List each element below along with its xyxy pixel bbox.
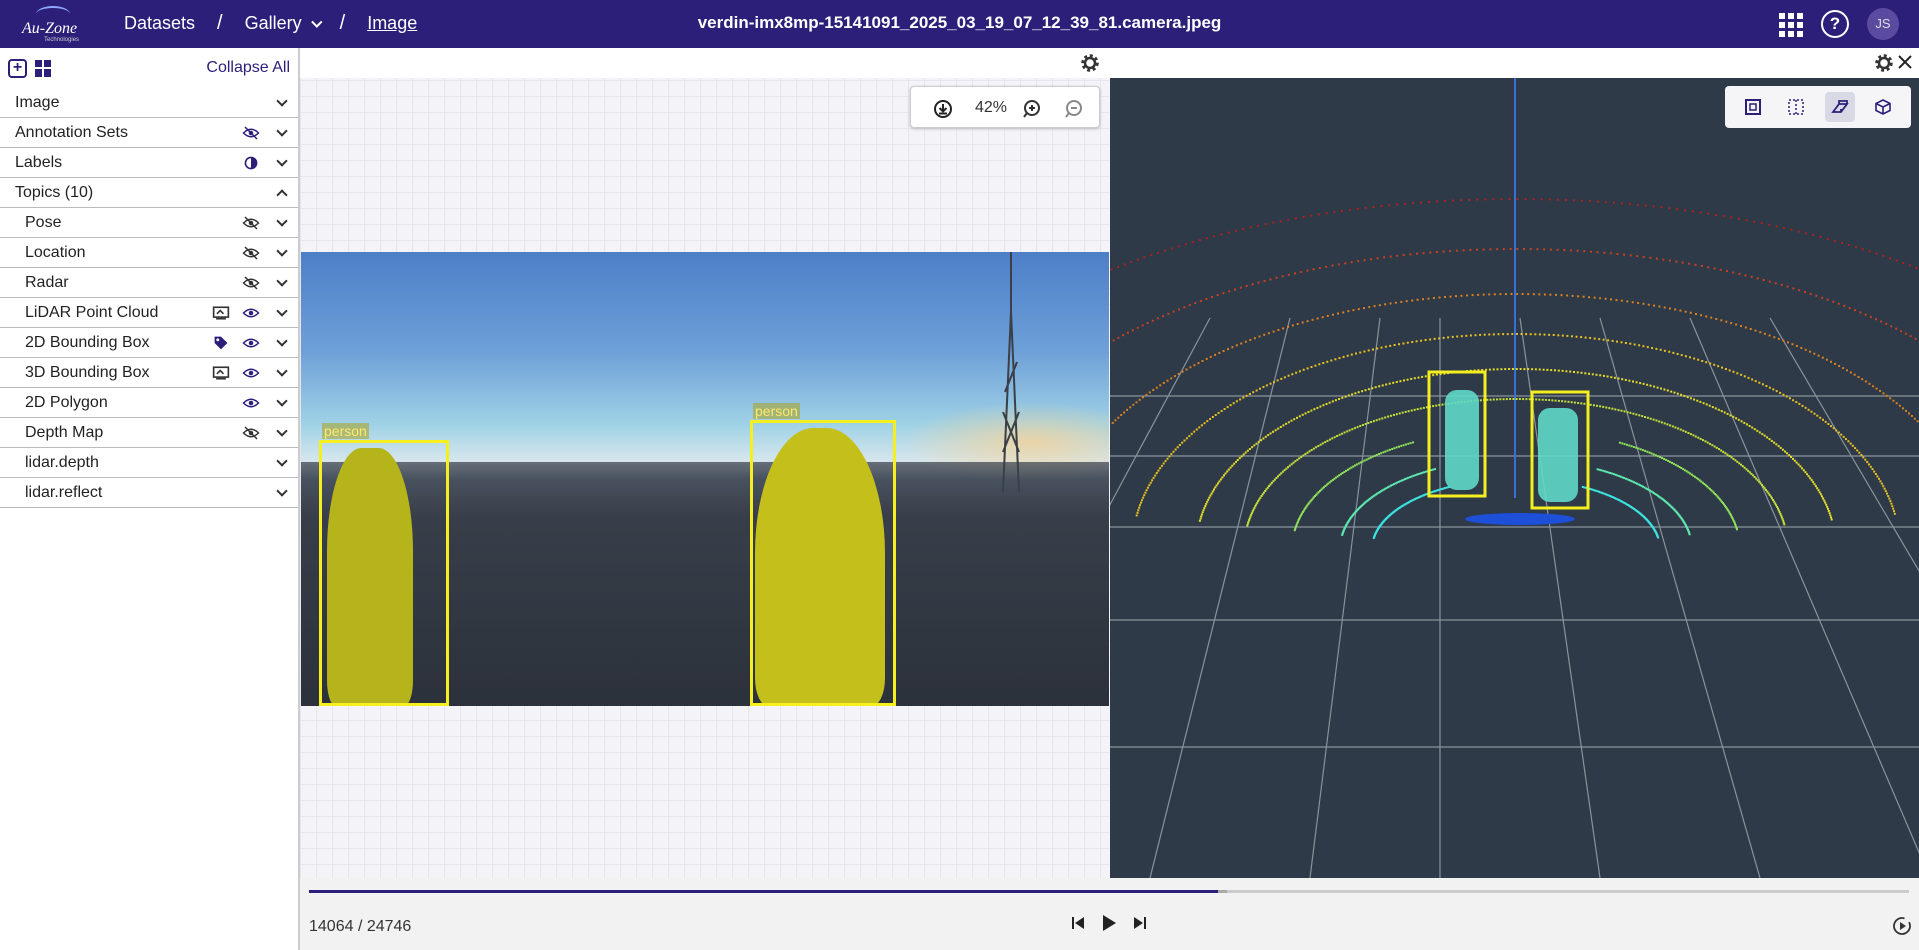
- visible-icon[interactable]: [242, 365, 260, 381]
- skip-next-icon[interactable]: [1132, 915, 1148, 931]
- sidebar-item-depth-map[interactable]: Depth Map: [0, 418, 298, 448]
- person-points: [1445, 390, 1479, 490]
- cube-view-icon: [1875, 99, 1892, 115]
- visible-icon[interactable]: [242, 305, 260, 321]
- timeline-scrubber[interactable]: [309, 890, 1909, 893]
- top-view-icon: [1744, 99, 1761, 115]
- sidebar-item-pose[interactable]: Pose: [0, 208, 298, 238]
- top-navigation-bar: Au-Zone Technologies Datasets / Gallery …: [0, 0, 1919, 48]
- point-cloud-viewer[interactable]: [1110, 48, 1919, 878]
- chevron-down-icon[interactable]: [276, 215, 288, 227]
- chevron-down-icon[interactable]: [276, 365, 288, 377]
- chevron-down-icon: [310, 16, 323, 28]
- sidebar: + Collapse All Image Annotation Sets Lab…: [0, 48, 300, 950]
- cast-screen-icon[interactable]: [212, 365, 230, 381]
- sidebar-item-labels[interactable]: Labels: [0, 148, 298, 178]
- breadcrumb-separator: /: [339, 12, 346, 34]
- sidebar-item-annotation-sets[interactable]: Annotation Sets: [0, 118, 298, 148]
- sidebar-item-location[interactable]: Location: [0, 238, 298, 268]
- breadcrumb-gallery[interactable]: Gallery: [245, 13, 323, 34]
- bounding-box-label: person: [322, 423, 369, 439]
- skip-previous-icon[interactable]: [1070, 915, 1086, 931]
- play-icon[interactable]: [1100, 914, 1118, 932]
- chevron-down-icon[interactable]: [276, 245, 288, 257]
- radio-tower: [1002, 252, 1020, 492]
- chevron-down-icon[interactable]: [276, 95, 288, 107]
- sidebar-item-2d-bounding-box[interactable]: 2D Bounding Box: [0, 328, 298, 358]
- chevron-down-icon[interactable]: [276, 485, 288, 497]
- gear-icon[interactable]: [1080, 53, 1100, 73]
- hidden-icon[interactable]: [242, 245, 260, 261]
- download-icon[interactable]: [933, 99, 953, 119]
- close-icon[interactable]: [1897, 54, 1913, 70]
- chevron-down-icon[interactable]: [276, 155, 288, 167]
- perspective-view-icon: [1830, 100, 1849, 113]
- bounding-box[interactable]: person: [319, 423, 449, 706]
- timeline-buffer: [1217, 890, 1228, 893]
- grid-view-button[interactable]: [1781, 92, 1811, 122]
- top-view-button[interactable]: [1738, 92, 1768, 122]
- pointcloud-panel-header: [1110, 48, 1919, 78]
- sidebar-item-lidar-point-cloud[interactable]: LiDAR Point Cloud: [0, 298, 298, 328]
- sidebar-item-topics[interactable]: Topics (10): [0, 178, 298, 208]
- cube-view-button[interactable]: [1868, 92, 1898, 122]
- playback-bar: 14064 / 24746: [300, 878, 1919, 950]
- sidebar-item-image[interactable]: Image: [0, 88, 298, 118]
- contrast-icon[interactable]: [242, 155, 260, 171]
- breadcrumb-image[interactable]: Image: [367, 13, 417, 34]
- breadcrumb-separator: /: [217, 12, 223, 34]
- sidebar-item-3d-bounding-box[interactable]: 3D Bounding Box: [0, 358, 298, 388]
- camera-image: person person: [301, 252, 1109, 706]
- hidden-icon[interactable]: [242, 425, 260, 441]
- chevron-down-icon[interactable]: [276, 425, 288, 437]
- perspective-view-button[interactable]: [1824, 92, 1855, 122]
- sidebar-item-lidar-reflect[interactable]: lidar.reflect: [0, 478, 298, 508]
- chevron-down-icon[interactable]: [276, 125, 288, 137]
- timeline-progress: [309, 890, 1218, 893]
- layout-icon[interactable]: [35, 59, 52, 77]
- vehicle-marker: [1465, 513, 1575, 525]
- chevron-down-icon[interactable]: [276, 455, 288, 467]
- apps-grid-icon[interactable]: [1779, 12, 1803, 37]
- chevron-down-icon[interactable]: [276, 395, 288, 407]
- chevron-up-icon[interactable]: [276, 189, 288, 201]
- visible-icon[interactable]: [242, 335, 260, 351]
- zoom-level: 42%: [975, 99, 1008, 116]
- sidebar-item-radar[interactable]: Radar: [0, 268, 298, 298]
- frame-counter: 14064 / 24746: [309, 918, 412, 935]
- hidden-icon[interactable]: [242, 125, 260, 141]
- image-viewer-panel[interactable]: 42% person person: [300, 48, 1110, 878]
- bounding-box-label: person: [753, 403, 800, 419]
- bounding-box[interactable]: person: [750, 403, 896, 706]
- autoplay-icon[interactable]: [1892, 916, 1912, 936]
- zoom-out-icon[interactable]: [1064, 99, 1084, 119]
- hidden-icon[interactable]: [242, 215, 260, 231]
- sidebar-item-lidar-depth[interactable]: lidar.depth: [0, 448, 298, 478]
- avatar[interactable]: JS: [1867, 8, 1899, 40]
- chevron-down-icon[interactable]: [276, 275, 288, 287]
- image-panel-header: [300, 48, 1110, 78]
- tag-icon[interactable]: [212, 335, 230, 351]
- chevron-down-icon[interactable]: [276, 305, 288, 317]
- au-zone-logo[interactable]: Au-Zone Technologies: [22, 4, 82, 44]
- person-points: [1538, 408, 1578, 502]
- gear-icon[interactable]: [1874, 53, 1894, 73]
- cast-screen-icon[interactable]: [212, 305, 230, 321]
- add-icon[interactable]: +: [8, 58, 27, 78]
- view-mode-toolbar: [1725, 86, 1911, 128]
- zoom-toolbar: 42%: [910, 86, 1100, 128]
- grid-view-icon: [1788, 99, 1804, 115]
- visible-icon[interactable]: [242, 395, 260, 411]
- breadcrumb-datasets[interactable]: Datasets: [124, 13, 195, 34]
- sidebar-item-2d-polygon[interactable]: 2D Polygon: [0, 388, 298, 418]
- breadcrumb: Datasets / Gallery / Image: [124, 12, 417, 35]
- zoom-in-icon[interactable]: [1022, 99, 1042, 119]
- help-icon[interactable]: ?: [1821, 10, 1849, 38]
- collapse-all-button[interactable]: Collapse All: [206, 59, 290, 77]
- chevron-down-icon[interactable]: [276, 335, 288, 347]
- point-cloud-canvas[interactable]: [1110, 78, 1919, 878]
- hidden-icon[interactable]: [242, 275, 260, 291]
